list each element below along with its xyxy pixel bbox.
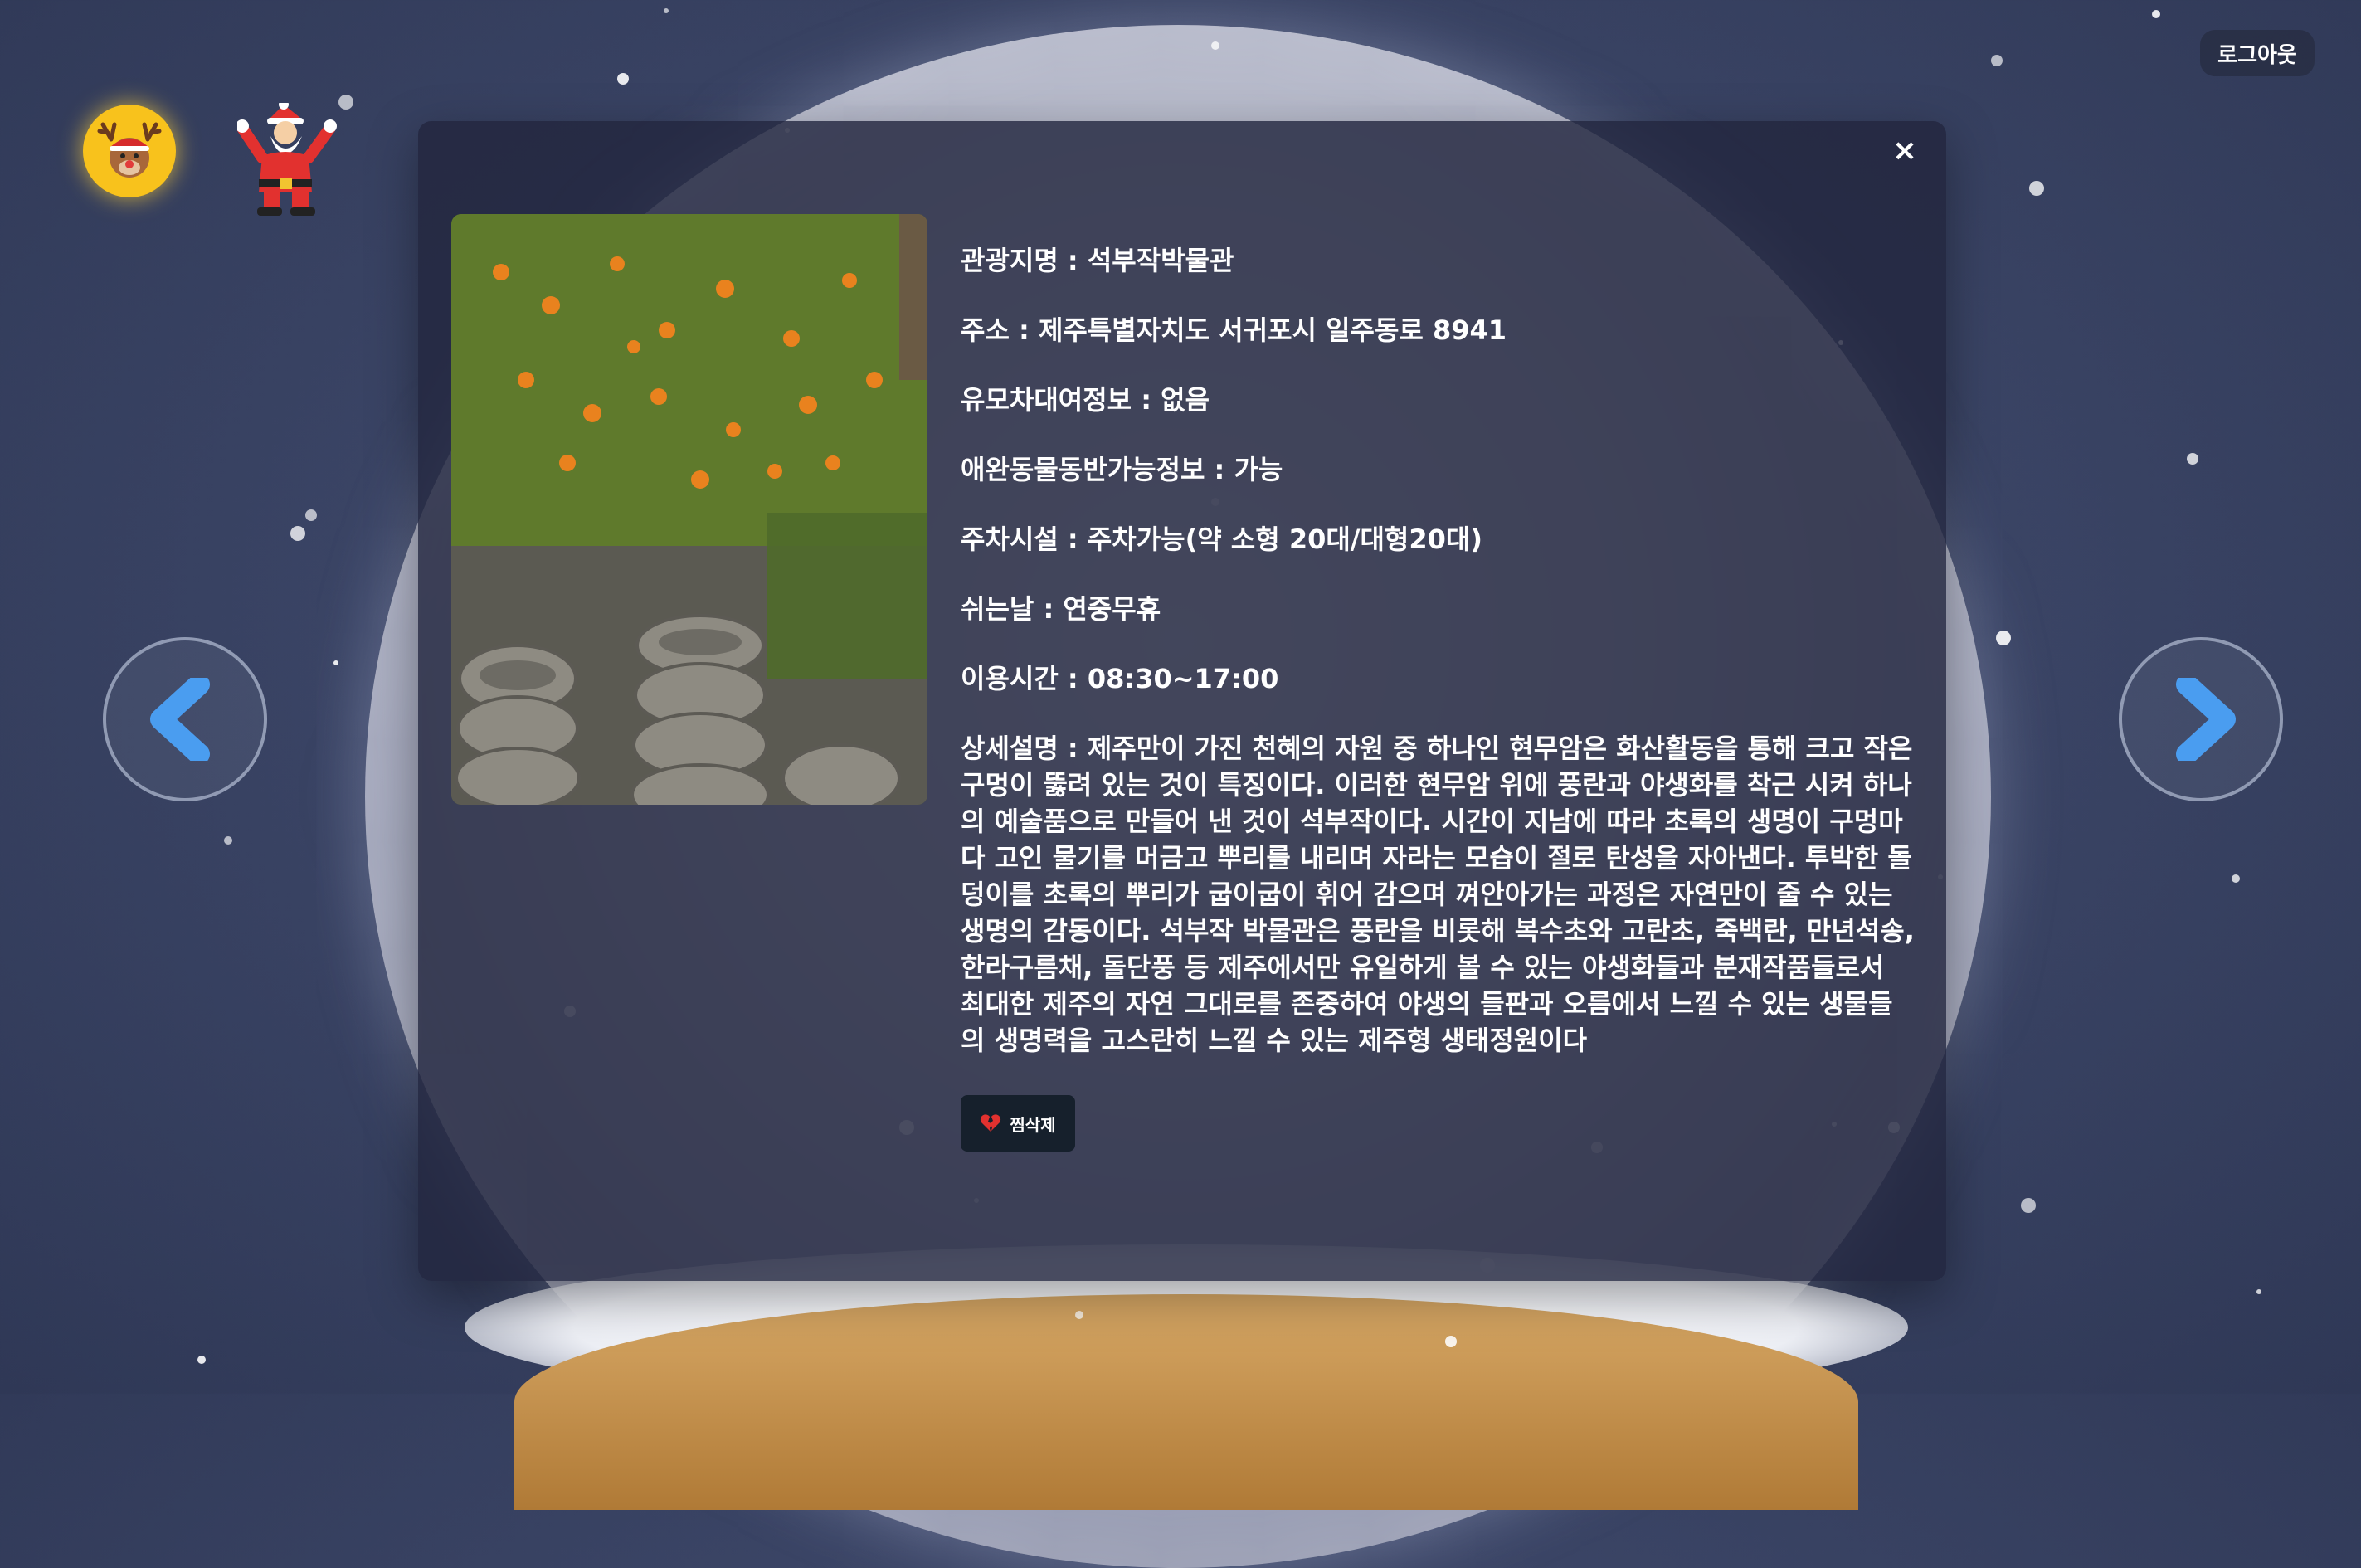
santa-icon [237,103,337,216]
info-row: 주소제주특별자치도 서귀포시 일주동로 8941 [961,312,1915,348]
snowflake [290,526,305,541]
info-value: 주차가능(약 소형 20대/대형20대) [1087,523,1482,555]
reindeer-icon [97,122,162,178]
info-value: 08:30~17:00 [1087,663,1279,694]
info-label: 관광지명 [961,245,1088,276]
globe-base [514,1294,1858,1510]
info-label: 주소 [961,314,1039,346]
info-row: 쉬는날연중무휴 [961,591,1915,627]
snowflake [2029,181,2044,196]
chevron-right-icon [2176,678,2236,761]
snowflake [1996,631,2011,645]
snowflake [197,1356,206,1364]
place-info: 관광지명석부작박물관주소제주특별자치도 서귀포시 일주동로 8941 유모차대여정… [961,242,1915,1092]
description-text: 제주만이 가진 천혜의 자원 중 하나인 현무암은 화산활동을 통해 크고 작은… [961,733,1915,1056]
info-row: 이용시간08:30~17:00 [961,660,1915,697]
info-label: 쉬는날 [961,593,1063,625]
info-row: 애완동물동반가능정보가능 [961,451,1915,488]
info-row: 유모차대여정보없음 [961,382,1915,418]
info-label: 유모차대여정보 [961,384,1161,416]
snowflake [1445,1336,1457,1347]
snowflake [2256,1289,2261,1294]
description-label: 상세설명 [961,733,1088,764]
snowflake [338,95,353,110]
info-value: 제주특별자치도 서귀포시 일주동로 8941 [1038,314,1507,346]
broken-heart-icon [981,1114,1001,1132]
snowflake [224,836,232,845]
snowflake [1075,1311,1083,1319]
snowflake [1991,55,2003,66]
info-label: 주차시설 [961,523,1088,555]
next-button[interactable] [2119,637,2283,801]
unlike-button-label: 찜삭제 [1010,1114,1056,1135]
chevron-left-icon [150,678,210,761]
snowflake [1211,41,1219,50]
snowflake [2021,1198,2036,1213]
snowflake [617,73,629,85]
place-photo [451,214,927,805]
snowflake [2152,10,2160,18]
prev-button[interactable] [103,637,267,801]
unlike-button[interactable]: 찜삭제 [961,1095,1075,1152]
info-value: 없음 [1161,384,1210,416]
info-value: 가능 [1234,454,1283,485]
snowflake [2187,453,2198,465]
info-row: 관광지명석부작박물관 [961,242,1915,279]
logout-button[interactable]: 로그아웃 [2200,30,2315,76]
snowflake [305,509,317,521]
info-value: 연중무휴 [1063,593,1161,625]
snowflake [2232,874,2240,883]
info-row: 주차시설주차가능(약 소형 20대/대형20대) [961,521,1915,558]
info-value: 석부작박물관 [1087,245,1234,276]
snowflake [664,8,669,13]
close-button[interactable]: × [1888,134,1921,168]
info-label: 애완동물동반가능정보 [961,454,1234,485]
info-label: 이용시간 [961,663,1088,694]
description-row: 상세설명제주만이 가진 천혜의 자원 중 하나인 현무암은 화산활동을 통해 크… [961,730,1915,1059]
snowflake [333,660,338,665]
user-avatar[interactable] [83,105,176,197]
